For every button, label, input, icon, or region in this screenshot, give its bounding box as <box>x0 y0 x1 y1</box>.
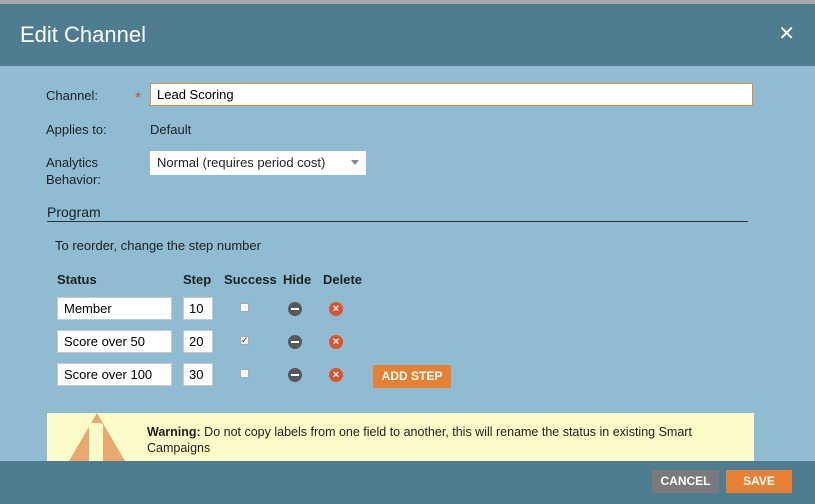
hide-icon[interactable] <box>288 368 302 382</box>
delete-icon[interactable]: × <box>329 302 343 316</box>
channel-label: Channel: <box>46 88 99 103</box>
success-checkbox[interactable] <box>240 303 249 312</box>
analytics-behavior-select[interactable]: Normal (requires period cost) <box>150 151 366 175</box>
step-input[interactable] <box>183 297 213 320</box>
warning-bold: Warning: <box>147 425 201 439</box>
warning-icon-exclamation <box>89 423 103 461</box>
status-input[interactable] <box>57 363 172 386</box>
close-icon[interactable]: ✕ <box>778 24 795 44</box>
analytics-behavior-value: Normal (requires period cost) <box>157 155 326 170</box>
delete-icon[interactable]: × <box>329 368 343 382</box>
dialog-header: Edit Channel ✕ <box>0 0 815 66</box>
add-step-button[interactable]: ADD STEP <box>373 365 451 388</box>
step-input[interactable] <box>183 363 213 386</box>
program-section-title: Program <box>47 204 101 220</box>
required-asterisk: * <box>135 90 142 107</box>
dialog-title: Edit Channel <box>20 22 146 47</box>
warning-message: Do not copy labels from one field to ano… <box>147 425 692 455</box>
reorder-hint: To reorder, change the step number <box>55 238 261 253</box>
delete-icon[interactable]: × <box>329 335 343 349</box>
status-header: Status <box>57 272 97 287</box>
step-header: Step <box>183 272 212 287</box>
hide-header: Hide <box>283 272 312 287</box>
warning-banner: Warning: Do not copy labels from one fie… <box>47 413 754 461</box>
cancel-button[interactable]: CANCEL <box>652 470 719 493</box>
channel-input[interactable] <box>150 83 753 106</box>
delete-header: Delete <box>323 272 363 287</box>
applies-to-value: Default <box>150 122 192 137</box>
save-button[interactable]: SAVE <box>726 470 792 493</box>
section-divider <box>47 221 748 222</box>
warning-text: Warning: Do not copy labels from one fie… <box>147 424 747 456</box>
hide-icon[interactable] <box>288 335 302 349</box>
success-checkbox[interactable] <box>240 369 249 378</box>
step-input[interactable] <box>183 330 213 353</box>
success-checkbox[interactable]: ✓ <box>240 336 249 345</box>
applies-to-label: Applies to: <box>46 122 107 137</box>
analytics-label-line1: Analytics <box>46 155 99 170</box>
analytics-label-line2: Behavior: <box>46 172 101 187</box>
success-header: Success <box>224 272 277 287</box>
hide-icon[interactable] <box>288 302 302 316</box>
chevron-down-icon <box>351 160 359 165</box>
status-input[interactable] <box>57 297 172 320</box>
status-input[interactable] <box>57 330 172 353</box>
